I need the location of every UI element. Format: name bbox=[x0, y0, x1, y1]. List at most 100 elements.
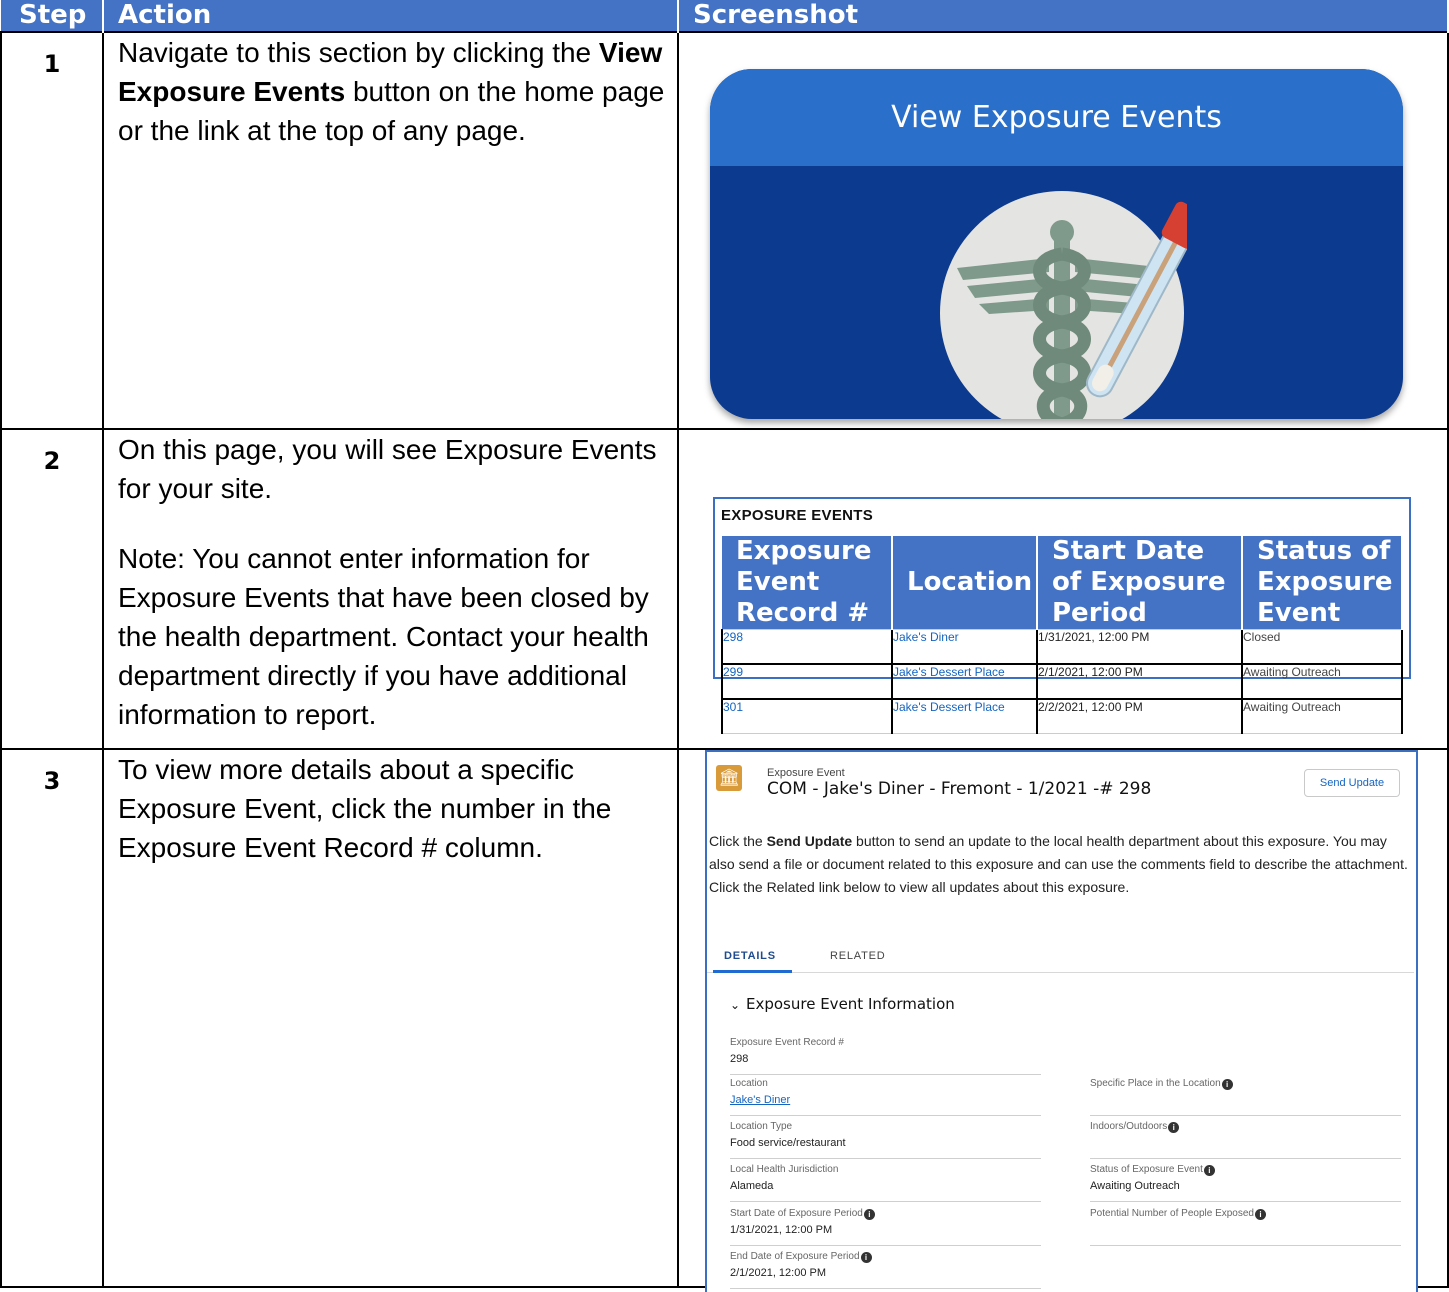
tile-label: View Exposure Events bbox=[710, 69, 1403, 166]
table-row: 298 Jake's Diner 1/31/2021, 12:00 PM Clo… bbox=[721, 629, 1403, 665]
send-update-button[interactable]: Send Update bbox=[1304, 769, 1400, 797]
field-start-date: Start Date of Exposure Period i 1/31/2021… bbox=[730, 1207, 1041, 1246]
step-row-2: 2 On this page, you will see Exposure Ev… bbox=[0, 428, 1449, 750]
events-table: Exposure Event Record # Location Start D… bbox=[721, 536, 1403, 734]
step-row-1: 1 Navigate to this section by clicking t… bbox=[0, 31, 1449, 430]
info-icon[interactable]: i bbox=[1168, 1122, 1180, 1133]
field-end-date: End Date of Exposure Period i 2/1/2021, 1… bbox=[730, 1250, 1041, 1289]
step-screenshot: EXPOSURE EVENTS Exposure Event Record # … bbox=[677, 428, 1449, 750]
action-text: To view more details about a specific Ex… bbox=[118, 754, 612, 863]
field-label: Exposure Event Record # bbox=[730, 1037, 844, 1048]
start-date: 2/1/2021, 12:00 PM bbox=[1036, 663, 1243, 700]
field-location-type: Location Type Food service/restaurant bbox=[730, 1120, 1041, 1159]
field-label-text: Potential Number of People Exposed bbox=[1090, 1208, 1254, 1219]
record-number-link[interactable]: 298 bbox=[721, 629, 893, 665]
field-label: End Date of Exposure Period i bbox=[730, 1251, 872, 1263]
action-note: Note: You cannot enter information for E… bbox=[118, 543, 649, 730]
field-label-text: Status of Exposure Event bbox=[1090, 1164, 1203, 1175]
field-label: Local Health Jurisdiction bbox=[730, 1164, 839, 1175]
field-label: Specific Place in the Location i bbox=[1090, 1078, 1233, 1090]
step-screenshot: View Exposure Events bbox=[677, 31, 1449, 430]
desc-text: Click the bbox=[709, 833, 767, 849]
record-instructions: Click the Send Update button to send an … bbox=[709, 830, 1409, 899]
location-link[interactable]: Jake's Dessert Place bbox=[891, 698, 1038, 734]
list-title: EXPOSURE EVENTS bbox=[721, 507, 874, 524]
field-label: Status of Exposure Event i bbox=[1090, 1164, 1215, 1176]
status-text: Awaiting Outreach bbox=[1241, 698, 1403, 734]
step-header: Step bbox=[1, 0, 104, 32]
field-location: Location Jake's Diner bbox=[730, 1077, 1041, 1116]
field-jurisdiction: Local Health Jurisdiction Alameda bbox=[730, 1163, 1041, 1202]
step-number: 2 bbox=[0, 428, 104, 750]
screenshot-header: Screenshot bbox=[678, 0, 1449, 32]
field-label: Potential Number of People Exposed i bbox=[1090, 1208, 1266, 1220]
field-indoors-outdoors: Indoors/Outdoors i bbox=[1090, 1120, 1401, 1159]
view-exposure-events-tile[interactable]: View Exposure Events bbox=[710, 69, 1403, 419]
step-number: 3 bbox=[0, 748, 104, 1288]
events-header-row: Exposure Event Record # Location Start D… bbox=[722, 536, 1403, 630]
column-header: Exposure Event Record # bbox=[722, 536, 893, 630]
start-date: 1/31/2021, 12:00 PM bbox=[1036, 629, 1243, 665]
field-value: Alameda bbox=[730, 1180, 774, 1192]
field-label-text: End Date of Exposure Period bbox=[730, 1251, 860, 1262]
field-potential-exposed: Potential Number of People Exposed i bbox=[1090, 1207, 1401, 1246]
location-link[interactable]: Jake's Diner bbox=[730, 1094, 790, 1106]
tab-details[interactable]: DETAILS bbox=[713, 950, 792, 973]
field-label: Location bbox=[730, 1078, 768, 1089]
field-label-text: Specific Place in the Location bbox=[1090, 1078, 1221, 1089]
status-text: Awaiting Outreach bbox=[1241, 663, 1403, 700]
column-header: Location bbox=[892, 536, 1038, 630]
record-number-link[interactable]: 301 bbox=[721, 698, 893, 734]
tab-related[interactable]: RELATED bbox=[830, 950, 886, 962]
table-row: 301 Jake's Dessert Place 2/2/2021, 12:00… bbox=[721, 698, 1403, 734]
field-specific-place: Specific Place in the Location i bbox=[1090, 1077, 1401, 1116]
record-number-link[interactable]: 299 bbox=[721, 663, 893, 700]
step-row-3: 3 To view more details about a specific … bbox=[0, 748, 1449, 1292]
field-label: Start Date of Exposure Period i bbox=[730, 1208, 875, 1220]
instructions-table: Step Action Screenshot 1 Navigate to thi… bbox=[0, 0, 1449, 1292]
info-icon[interactable]: i bbox=[1255, 1209, 1266, 1220]
column-header: Status of Exposure Event bbox=[1242, 536, 1403, 630]
field-label-text: Indoors/Outdoors bbox=[1090, 1121, 1168, 1132]
exposure-events-list: EXPOSURE EVENTS Exposure Event Record # … bbox=[713, 497, 1411, 734]
info-icon[interactable]: i bbox=[1221, 1079, 1233, 1090]
building-icon: 🏛 bbox=[716, 765, 742, 791]
status-text: Closed bbox=[1241, 629, 1403, 665]
step-action: On this page, you will see Exposure Even… bbox=[102, 428, 679, 750]
field-status: Status of Exposure Event i Awaiting Outre… bbox=[1090, 1163, 1401, 1202]
record-type: Exposure Event bbox=[767, 767, 845, 779]
location-link[interactable]: Jake's Dessert Place bbox=[891, 663, 1038, 700]
field-value: Awaiting Outreach bbox=[1090, 1180, 1180, 1192]
desc-bold-text: Send Update bbox=[766, 833, 853, 849]
field-record-number: Exposure Event Record # 298 bbox=[730, 1036, 1041, 1075]
step-number: 1 bbox=[0, 31, 104, 430]
field-value: 2/1/2021, 12:00 PM bbox=[730, 1267, 827, 1279]
action-text: On this page, you will see Exposure Even… bbox=[118, 434, 657, 504]
record-title: COM - Jake's Diner - Fremont - 1/2021 -#… bbox=[767, 779, 1152, 799]
field-value: Food service/restaurant bbox=[730, 1137, 846, 1149]
caduceus-test-tube-icon bbox=[940, 191, 1187, 419]
field-label: Location Type bbox=[730, 1121, 793, 1132]
table-row: 299 Jake's Dessert Place 2/1/2021, 12:00… bbox=[721, 663, 1403, 700]
info-icon[interactable]: i bbox=[860, 1252, 872, 1263]
column-header: Start Date of Exposure Period bbox=[1037, 536, 1243, 630]
step-action: Navigate to this section by clicking the… bbox=[102, 31, 679, 430]
field-value: 1/31/2021, 12:00 PM bbox=[730, 1224, 833, 1236]
field-value: 298 bbox=[730, 1053, 749, 1065]
start-date: 2/2/2021, 12:00 PM bbox=[1036, 698, 1243, 734]
action-header: Action bbox=[103, 0, 679, 32]
section-title: Exposure Event Information bbox=[746, 995, 955, 1013]
step-screenshot: 🏛 Exposure Event COM - Jake's Diner - Fr… bbox=[677, 748, 1449, 1292]
record-tabs: DETAILS RELATED bbox=[707, 945, 1414, 973]
chevron-down-icon: ⌄ bbox=[730, 998, 741, 1012]
info-icon[interactable]: i bbox=[863, 1209, 875, 1220]
field-label: Indoors/Outdoors i bbox=[1090, 1121, 1180, 1133]
info-icon[interactable]: i bbox=[1203, 1165, 1215, 1176]
exposure-event-record: 🏛 Exposure Event COM - Jake's Diner - Fr… bbox=[705, 750, 1418, 1292]
location-link[interactable]: Jake's Diner bbox=[891, 629, 1038, 665]
field-label-text: Start Date of Exposure Period bbox=[730, 1208, 863, 1219]
action-text: Navigate to this section by clicking the bbox=[118, 37, 599, 68]
header-row: Step Action Screenshot bbox=[1, 0, 1449, 32]
step-action: To view more details about a specific Ex… bbox=[102, 748, 679, 1288]
section-header[interactable]: ⌄ Exposure Event Information bbox=[730, 995, 955, 1013]
